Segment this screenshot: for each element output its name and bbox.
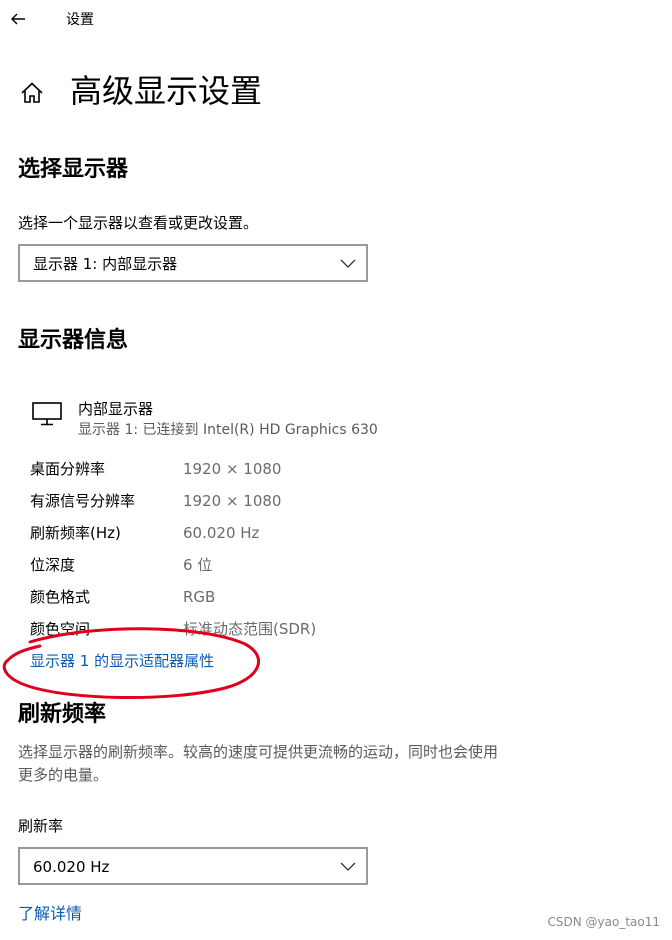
info-label: 桌面分辨率 bbox=[30, 460, 106, 478]
select-display-description: 选择一个显示器以查看或更改设置。 bbox=[18, 214, 259, 232]
page-title: 高级显示设置 bbox=[70, 72, 263, 110]
back-button[interactable] bbox=[8, 8, 30, 30]
info-row-active-signal-resolution: 有源信号分辨率 1920 × 1080 bbox=[30, 488, 450, 516]
monitor-icon bbox=[32, 402, 62, 426]
home-button[interactable] bbox=[19, 80, 45, 106]
info-value: RGB bbox=[183, 588, 216, 606]
refresh-rate-select-dropdown[interactable]: 60.020 Hz bbox=[18, 847, 368, 885]
refresh-rate-select-value: 60.020 Hz bbox=[33, 858, 110, 876]
info-label: 位深度 bbox=[30, 556, 76, 574]
info-row-color-format: 颜色格式 RGB bbox=[30, 584, 450, 612]
info-value: 1920 × 1080 bbox=[183, 492, 282, 510]
info-label: 颜色格式 bbox=[30, 588, 91, 606]
watermark: CSDN @yao_tao11 bbox=[547, 915, 661, 929]
info-label: 颜色空间 bbox=[30, 620, 91, 638]
settings-window: 设置 高级显示设置 选择显示器 选择一个显示器以查看或更改设置。 显示器 1: … bbox=[0, 0, 672, 940]
select-display-heading: 选择显示器 bbox=[18, 157, 129, 182]
info-label: 有源信号分辨率 bbox=[30, 492, 136, 510]
refresh-rate-label: 刷新率 bbox=[18, 817, 64, 835]
info-value: 6 位 bbox=[183, 556, 213, 574]
info-row-desktop-resolution: 桌面分辨率 1920 × 1080 bbox=[30, 456, 450, 484]
chevron-down-icon bbox=[340, 862, 356, 871]
info-value: 标准动态范围(SDR) bbox=[183, 620, 317, 638]
display-select-value: 显示器 1: 内部显示器 bbox=[33, 255, 178, 273]
display-connection-info: 显示器 1: 已连接到 Intel(R) HD Graphics 630 bbox=[78, 422, 378, 438]
refresh-rate-description-line1: 选择显示器的刷新频率。较高的速度可提供更流畅的运动，同时也会使用 bbox=[18, 743, 499, 761]
display-select-dropdown[interactable]: 显示器 1: 内部显示器 bbox=[18, 244, 368, 282]
refresh-rate-description-line2: 更多的电量。 bbox=[18, 766, 109, 784]
display-info-heading: 显示器信息 bbox=[18, 328, 129, 353]
window-title: 设置 bbox=[66, 12, 94, 28]
display-name: 内部显示器 bbox=[78, 400, 154, 418]
refresh-rate-heading: 刷新频率 bbox=[18, 702, 107, 727]
back-arrow-icon bbox=[11, 13, 25, 25]
info-row-bit-depth: 位深度 6 位 bbox=[30, 552, 450, 580]
info-value: 60.020 Hz bbox=[183, 524, 260, 542]
home-icon bbox=[21, 82, 43, 103]
info-label: 刷新频率(Hz) bbox=[30, 524, 121, 542]
info-row-refresh-rate: 刷新频率(Hz) 60.020 Hz bbox=[30, 520, 450, 548]
info-value: 1920 × 1080 bbox=[183, 460, 282, 478]
display-adapter-properties-link[interactable]: 显示器 1 的显示适配器属性 bbox=[30, 650, 214, 672]
title-bar: 设置 bbox=[0, 0, 672, 40]
chevron-down-icon bbox=[340, 259, 356, 268]
learn-more-link[interactable]: 了解详情 bbox=[18, 903, 82, 925]
info-row-color-space: 颜色空间 标准动态范围(SDR) bbox=[30, 616, 450, 644]
